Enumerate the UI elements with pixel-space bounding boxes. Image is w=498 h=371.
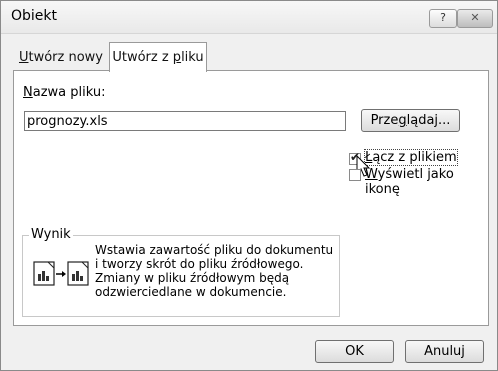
- tab-create-from-file-label-end: liku: [181, 50, 204, 65]
- file-name-input[interactable]: prognozy.xls: [24, 111, 346, 131]
- tab-create-new[interactable]: Utwórz nowy: [13, 46, 109, 70]
- display-as-icon-label[interactable]: Wyświetl jako ikonę: [365, 167, 488, 197]
- ok-button[interactable]: OK: [315, 340, 394, 363]
- tab-create-from-file-label-start: Utwórz z: [112, 50, 173, 65]
- link-to-file-label[interactable]: Łącz z plikiem: [364, 149, 458, 166]
- dialog-title: Obiekt: [11, 8, 58, 24]
- display-as-icon-mnemonic: W: [365, 167, 378, 182]
- object-dialog: Obiekt ? ✕ Utwórz nowy Utwórz z pliku Na…: [0, 0, 498, 371]
- tab-panel: Nazwa pliku: prognozy.xls Przeglądaj... …: [13, 70, 489, 326]
- tab-create-from-file[interactable]: Utwórz z pliku: [109, 42, 207, 72]
- cancel-button[interactable]: Anuluj: [405, 340, 484, 363]
- help-button[interactable]: ?: [429, 9, 457, 28]
- linked-file-icon: [33, 261, 89, 286]
- browse-button-mnemonic: g: [398, 113, 407, 128]
- display-as-icon-checkbox[interactable]: [349, 169, 361, 181]
- title-bar: Obiekt ? ✕: [1, 1, 497, 34]
- browse-button-label-start: Prze: [370, 113, 399, 128]
- browse-button-label-end: lądaj...: [406, 113, 451, 128]
- tab-create-new-mnemonic: U: [18, 50, 29, 65]
- link-to-file-text: ącz z plikiem: [372, 150, 457, 165]
- close-button[interactable]: ✕: [457, 9, 493, 28]
- file-name-label-text: azwa pliku:: [32, 85, 106, 100]
- browse-button[interactable]: Przeglądaj...: [361, 109, 460, 132]
- result-description: Wstawia zawartość pliku do dokumentu i t…: [95, 243, 334, 299]
- file-name-label: Nazwa pliku:: [23, 85, 105, 100]
- display-as-icon-text: yświetl jako ikonę: [365, 167, 454, 197]
- tab-create-from-file-mnemonic: p: [172, 50, 182, 65]
- result-group: Wynik Wstawia zawartość pliku do dokumen…: [22, 227, 340, 317]
- tab-create-new-label: twórz nowy: [28, 50, 104, 65]
- result-group-title: Wynik: [29, 227, 73, 242]
- file-name-label-mnemonic: N: [23, 85, 33, 100]
